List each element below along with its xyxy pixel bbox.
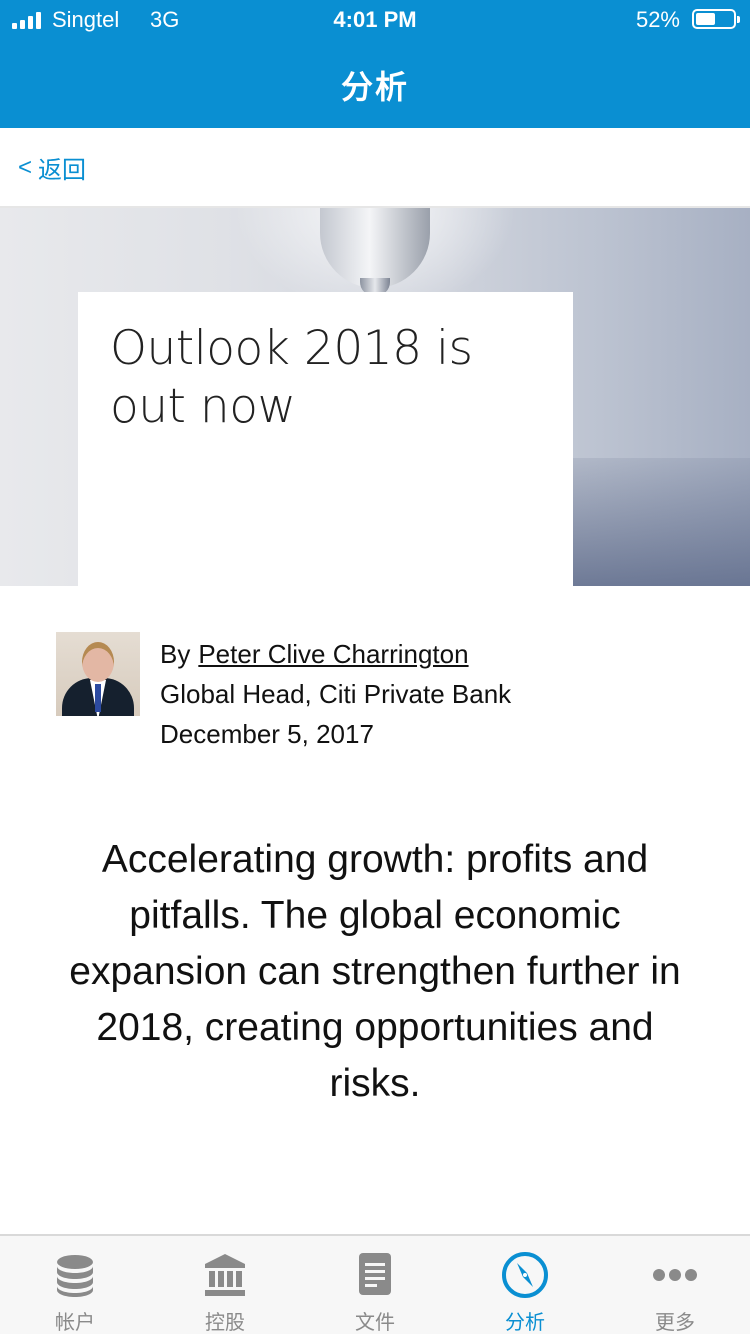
- hero-card: Outlook 2018 is out now: [78, 292, 573, 586]
- tab-analysis[interactable]: 分析: [450, 1236, 600, 1334]
- page-title: 分析: [340, 69, 409, 105]
- battery-percentage: 52%: [635, 7, 680, 32]
- more-icon: [653, 1269, 697, 1281]
- hero-title: Outlook 2018 is out now: [110, 321, 473, 434]
- chevron-left-icon: <: [18, 153, 33, 181]
- author-avatar: [56, 632, 140, 716]
- tab-label: 分析: [505, 1312, 545, 1334]
- battery-icon: [692, 9, 740, 29]
- tab-label: 控股: [205, 1312, 245, 1334]
- byline-prefix: By: [160, 639, 191, 669]
- back-bar: < 返回: [0, 128, 750, 208]
- tab-accounts[interactable]: 帐户: [0, 1236, 150, 1334]
- bank-icon: [205, 1254, 245, 1296]
- document-icon: [359, 1253, 391, 1295]
- pen-image: [320, 208, 430, 288]
- author-block: By Peter Clive Charrington Global Head, C…: [56, 632, 736, 752]
- back-button[interactable]: < 返回: [18, 150, 86, 185]
- tab-holdings[interactable]: 控股: [150, 1236, 300, 1334]
- tab-label: 更多: [655, 1312, 695, 1334]
- author-title: Global Head, Citi Private Bank: [160, 679, 512, 709]
- tab-label: 帐户: [55, 1312, 95, 1334]
- app-header: Singtel 3G 4:01 PM 52% 分析: [0, 0, 750, 128]
- tab-more[interactable]: 更多: [600, 1236, 750, 1334]
- publish-date: December 5, 2017: [160, 719, 374, 749]
- hero-banner[interactable]: Outlook 2018 is out now: [0, 208, 750, 586]
- status-bar: Singtel 3G 4:01 PM 52%: [0, 0, 750, 40]
- author-details: By Peter Clive Charrington Global Head, C…: [160, 634, 511, 754]
- back-label: 返回: [38, 157, 87, 184]
- article-summary: Accelerating growth: profits and pitfall…: [69, 838, 681, 1105]
- hero-shadow: [573, 458, 750, 586]
- database-icon: [57, 1255, 93, 1297]
- tab-bar: 帐户 控股 文件 分析 更多: [0, 1234, 750, 1334]
- tab-label: 文件: [355, 1312, 395, 1334]
- author-byline: By Peter Clive Charrington: [160, 634, 511, 674]
- compass-icon: [502, 1252, 548, 1298]
- author-name-link[interactable]: Peter Clive Charrington: [198, 639, 468, 669]
- tab-documents[interactable]: 文件: [300, 1236, 450, 1334]
